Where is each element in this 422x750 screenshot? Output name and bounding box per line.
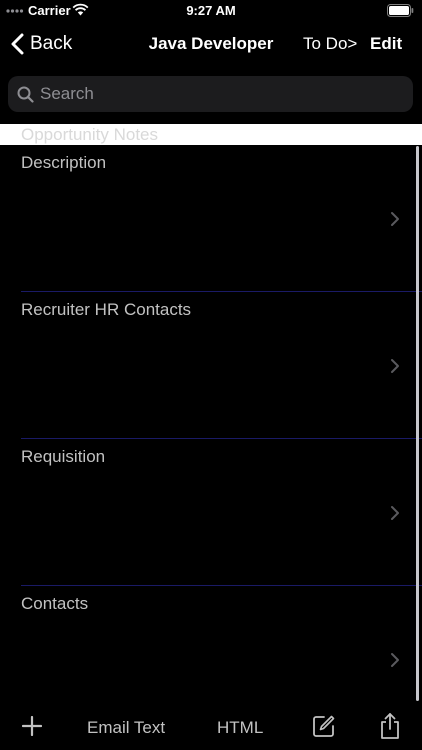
row-requisition[interactable]: Requisition: [0, 439, 422, 586]
status-time: 9:27 AM: [186, 3, 236, 18]
todo-button[interactable]: To Do>: [303, 34, 357, 54]
scroll-indicator[interactable]: [416, 146, 419, 701]
navigation-bar: Back Java Developer To Do> Edit: [0, 22, 422, 66]
search-icon: [17, 86, 34, 103]
html-button[interactable]: HTML: [217, 718, 263, 738]
share-icon[interactable]: [378, 712, 402, 740]
row-recruiter-hr-contacts[interactable]: Recruiter HR Contacts: [0, 292, 422, 439]
status-bar: Carrier 9:27 AM: [0, 0, 422, 22]
search-bar[interactable]: [8, 76, 413, 112]
compose-icon[interactable]: [312, 714, 336, 738]
plus-icon[interactable]: [22, 716, 42, 736]
notes-list: Description Recruiter HR Contacts Requis…: [0, 145, 422, 733]
chevron-right-icon: [391, 506, 399, 520]
bottom-toolbar: Email Text HTML: [0, 704, 422, 750]
chevron-right-icon: [391, 653, 399, 667]
email-text-button[interactable]: Email Text: [87, 718, 165, 738]
section-header-label: Opportunity Notes: [21, 125, 159, 144]
chevron-right-icon: [391, 359, 399, 373]
row-label: Description: [21, 153, 107, 172]
row-label: Recruiter HR Contacts: [21, 300, 192, 319]
edit-button[interactable]: Edit: [370, 34, 402, 54]
row-label: Contacts: [21, 594, 89, 613]
section-header: Opportunity Notes: [0, 124, 422, 145]
row-description[interactable]: Description: [0, 145, 422, 292]
battery-icon: [387, 4, 414, 17]
back-button[interactable]: Back: [10, 30, 72, 58]
chevron-left-icon: [11, 33, 24, 55]
row-label: Requisition: [21, 447, 106, 466]
search-input[interactable]: [40, 76, 413, 112]
chevron-right-icon: [391, 212, 399, 226]
back-label: Back: [30, 33, 73, 54]
